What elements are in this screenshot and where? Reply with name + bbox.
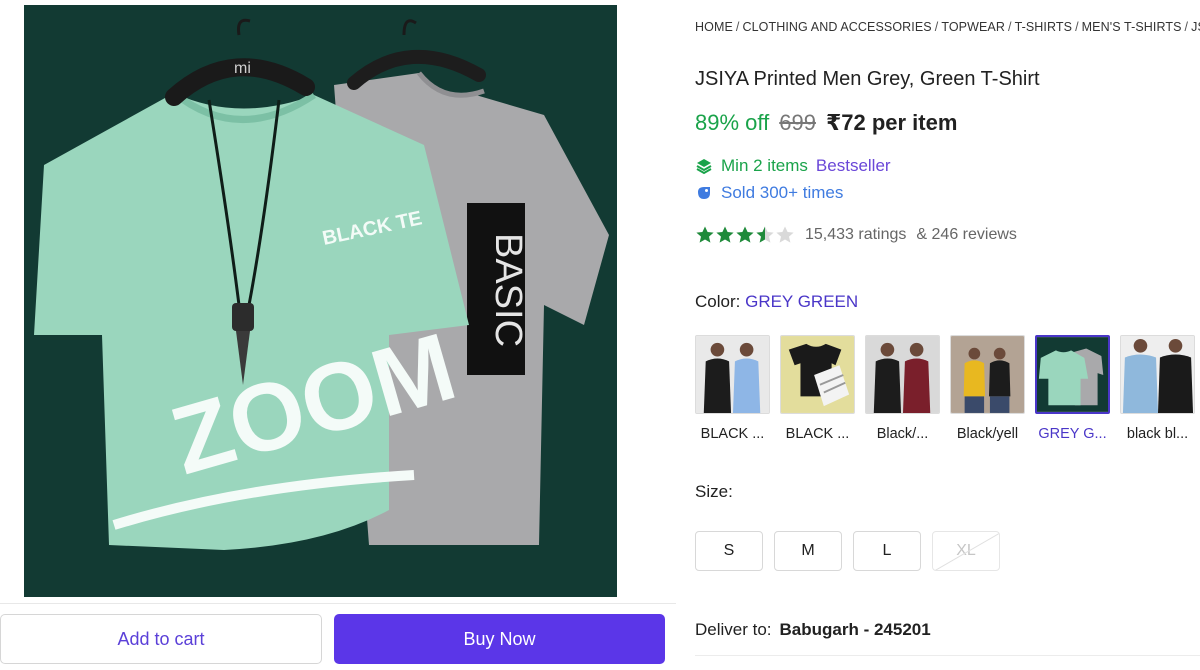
black-white-tshirts-thumbnail: [780, 335, 855, 414]
ratings-count: 15,433 ratings: [805, 226, 907, 243]
black-blue-sweatshirts-thumbnail: [1120, 335, 1195, 414]
color-swatches: BLACK ... BLACK ... Black/... Black/yell…: [695, 335, 1195, 442]
min-items-text: Min 2 items: [721, 156, 808, 175]
basic-print: BASIC: [487, 233, 529, 347]
star-full-icon: [736, 226, 754, 243]
black-white-sweatshirts-thumbnail: [695, 335, 770, 414]
color-heading: Color: GREY GREEN: [695, 292, 858, 312]
star-rating: [695, 225, 795, 245]
star-full-icon: [696, 226, 714, 243]
color-option-2[interactable]: BLACK ...: [780, 335, 855, 442]
breadcrumb-current[interactable]: JSI: [1191, 20, 1200, 34]
mrp-price: 699: [779, 110, 816, 135]
reviews-count: & 246 reviews: [916, 226, 1017, 243]
add-to-cart-button[interactable]: Add to cart: [0, 614, 322, 664]
color-option-label: BLACK ...: [700, 426, 765, 442]
star-half-icon: [756, 226, 774, 243]
size-option-l[interactable]: L: [853, 531, 921, 571]
bestseller-badge: Bestseller: [815, 156, 891, 175]
breadcrumb-home[interactable]: HOME: [695, 20, 733, 34]
color-option-5[interactable]: GREY G...: [1035, 335, 1110, 442]
sold-tag-icon: [695, 184, 713, 202]
color-option-1[interactable]: BLACK ...: [695, 335, 770, 442]
breadcrumb-clothing[interactable]: CLOTHING AND ACCESSORIES: [742, 20, 931, 34]
breadcrumb-separator: /: [1007, 20, 1012, 34]
breadcrumb-separator: /: [1184, 20, 1189, 34]
size-option-m[interactable]: M: [774, 531, 842, 571]
color-option-label: Black/yell: [956, 426, 1019, 442]
product-title: JSIYA Printed Men Grey, Green T-Shirt: [695, 68, 1040, 90]
color-option-label: black bl...: [1126, 426, 1189, 442]
price-row: 89% off 699 ₹72 per item: [695, 110, 957, 136]
deliver-label: Deliver to:: [695, 620, 772, 639]
size-label: Size:: [695, 482, 733, 501]
buy-now-button[interactable]: Buy Now: [334, 614, 665, 664]
divider: [695, 655, 1200, 656]
delivery-row: Deliver to: Babugarh - 245201: [695, 620, 931, 640]
hanger-brand: mi: [234, 60, 251, 77]
color-option-label: Black/...: [876, 426, 929, 442]
action-bar: Add to cart Buy Now: [0, 603, 676, 670]
size-option-s[interactable]: S: [695, 531, 763, 571]
color-option-3[interactable]: Black/...: [865, 335, 940, 442]
grey-green-tshirts-thumbnail: [1035, 335, 1110, 414]
sold-count-text: Sold 300+ times: [721, 183, 844, 202]
size-option-xl: XL: [932, 531, 1000, 571]
color-option-label: GREY G...: [1038, 426, 1107, 442]
breadcrumb: HOME / CLOTHING AND ACCESSORIES / TOPWEAR / T-…: [695, 20, 1200, 34]
color-option-label: BLACK ...: [785, 426, 850, 442]
product-image[interactable]: BASIC BLACK TE ZOOM mi: [24, 5, 617, 597]
color-option-4[interactable]: Black/yell: [950, 335, 1025, 442]
rating-row[interactable]: 15,433 ratings & 246 reviews: [695, 225, 1017, 245]
color-option-6[interactable]: black bl...: [1120, 335, 1195, 442]
color-label: Color:: [695, 292, 741, 311]
star-full-icon: [716, 226, 734, 243]
product-details: HOME / CLOTHING AND ACCESSORIES / TOPWEAR / T-…: [695, 0, 1200, 670]
sold-row: Sold 300+ times: [695, 183, 843, 203]
delivery-location[interactable]: Babugarh - 245201: [780, 620, 931, 639]
discount-text: 89% off: [695, 110, 770, 135]
breadcrumb-tshirts[interactable]: T-SHIRTS: [1015, 20, 1073, 34]
min-items-row: Min 2 items Bestseller: [695, 156, 891, 176]
breadcrumb-separator: /: [934, 20, 939, 34]
black-yellow-sweatshirts-thumbnail: [950, 335, 1025, 414]
breadcrumb-topwear[interactable]: TOPWEAR: [941, 20, 1005, 34]
stack-icon: [695, 157, 713, 175]
selling-price: ₹72 per item: [825, 110, 958, 135]
black-maroon-sweatshirts-thumbnail: [865, 335, 940, 414]
size-options: S M L XL: [695, 531, 1000, 571]
selected-color: GREY GREEN: [745, 292, 859, 311]
breadcrumb-separator: /: [1075, 20, 1079, 34]
star-empty-icon: [776, 226, 794, 243]
breadcrumb-mens-tshirts[interactable]: MEN'S T-SHIRTS: [1082, 20, 1182, 34]
